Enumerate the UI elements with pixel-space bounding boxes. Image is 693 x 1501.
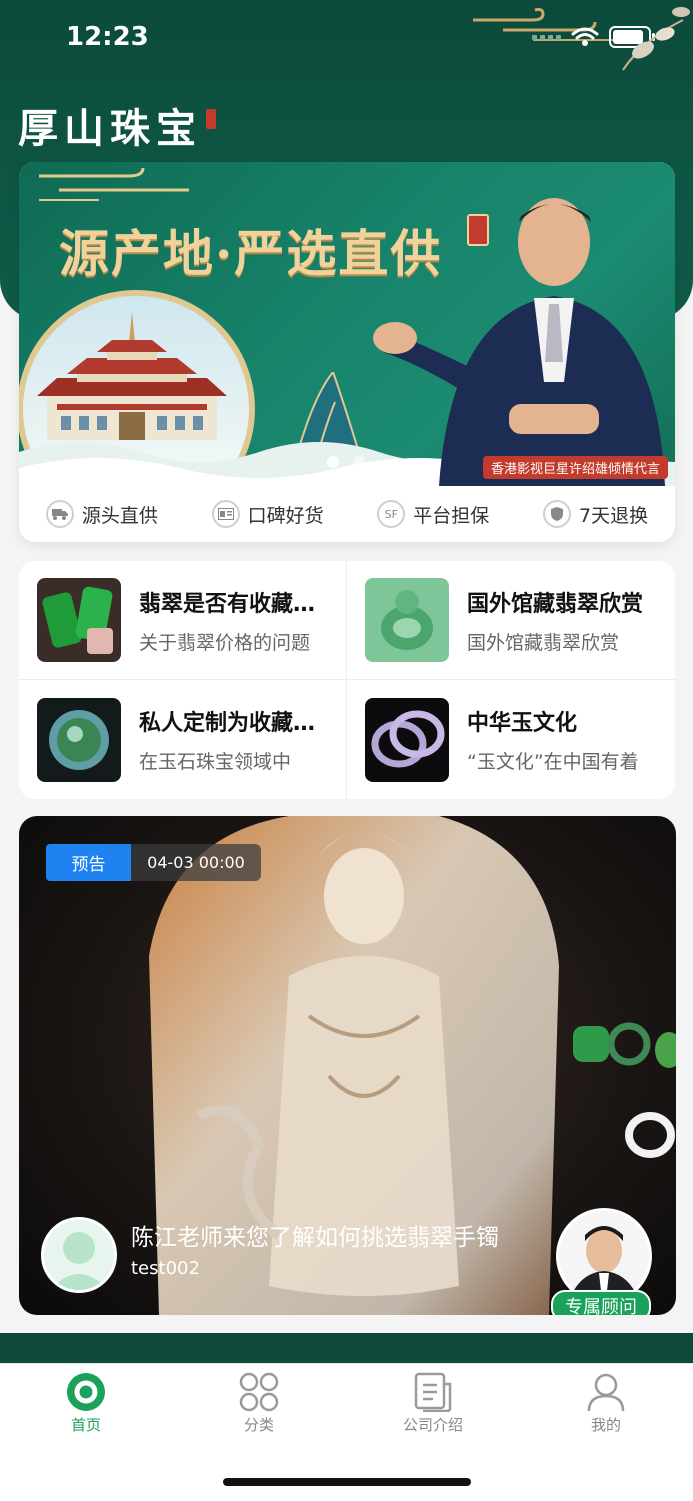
article-thumbnail <box>365 697 449 782</box>
article-desc: “玉文化”在中国有着 <box>467 751 639 773</box>
host-avatar[interactable] <box>41 1217 117 1293</box>
signal-icon <box>532 34 561 40</box>
spokesperson-image <box>373 198 665 486</box>
article-grid: 翡翠是否有收藏价值 关于翡翠价格的问题 国外馆藏翡翠欣赏 国外馆藏翡翠欣赏 私人… <box>19 561 675 799</box>
document-icon <box>414 1372 452 1412</box>
jade-products-icon[interactable] <box>573 1016 676 1076</box>
article-thumbnail <box>37 697 121 782</box>
tab-label: 分类 <box>243 1416 274 1434</box>
article-title: 中华玉文化 <box>467 711 578 736</box>
brand-name: 厚山珠宝 <box>18 105 202 152</box>
article-desc: 国外馆藏翡翠欣赏 <box>467 631 620 654</box>
article-card[interactable]: 私人定制为收藏增值 在玉石珠宝领域中 <box>19 680 347 799</box>
carousel-dot-active[interactable] <box>327 456 339 468</box>
avatar-placeholder-icon <box>50 1232 108 1290</box>
feature-item: 源头直供 <box>45 500 158 528</box>
live-start-time: 04-03 00:00 <box>131 844 261 881</box>
article-desc: 在玉石珠宝领域中 <box>139 751 292 773</box>
footer-banner-strip <box>0 1333 693 1367</box>
article-thumbnail <box>365 578 449 662</box>
feature-strip: 源头直供 口碑好货 SF 平台担保 7天退换 <box>19 486 675 542</box>
article-title: 私人定制为收藏增值 <box>139 711 319 736</box>
article-card[interactable]: 翡翠是否有收藏价值 关于翡翠价格的问题 <box>19 561 347 680</box>
tab-company[interactable]: 公司介绍 <box>383 1372 483 1435</box>
article-desc: 关于翡翠价格的问题 <box>139 631 311 654</box>
advisor-photo <box>559 1211 649 1301</box>
live-preview-card[interactable]: 预告 04-03 00:00 陈江老师来您了解如何挑选翡翠手镯 test002 … <box>19 816 676 1315</box>
feature-label: 源头直供 <box>81 504 158 527</box>
brand-seal-icon <box>206 109 216 129</box>
banner-card: 源产地·严选直供 香港影视巨星许绍雄倾情代言 源头直供 口碑好货 SF 平台担保… <box>19 162 675 542</box>
status-time: 12:23 <box>66 22 149 52</box>
feature-item: 口碑好货 <box>211 500 324 528</box>
sf-badge-icon: SF <box>377 500 406 528</box>
feature-label: 7天退换 <box>579 504 649 527</box>
magnolia-decoration-icon <box>622 7 690 71</box>
article-card[interactable]: 中华玉文化 “玉文化”在中国有着 <box>347 680 675 799</box>
truck-icon <box>45 500 74 528</box>
carousel-dot[interactable] <box>353 456 365 468</box>
article-thumbnail <box>37 578 121 662</box>
advisor-button[interactable]: 专属顾问 <box>551 1290 651 1315</box>
profile-icon <box>587 1373 625 1412</box>
tab-category[interactable]: 分类 <box>209 1372 309 1435</box>
home-icon <box>67 1373 105 1411</box>
status-bar: 12:23 <box>0 0 693 80</box>
jade-bangle-icon[interactable] <box>625 1110 675 1160</box>
shield-icon <box>543 500 571 528</box>
feature-item: 7天退换 <box>543 500 648 528</box>
wifi-icon <box>571 27 599 46</box>
preview-badge: 预告 <box>46 844 131 881</box>
article-title: 国外馆藏翡翠欣赏 <box>467 591 644 617</box>
carousel-indicator[interactable] <box>327 456 365 468</box>
id-card-icon <box>211 500 240 528</box>
feature-label: 平台担保 <box>413 504 490 527</box>
article-card[interactable]: 国外馆藏翡翠欣赏 国外馆藏翡翠欣赏 <box>347 561 675 680</box>
live-title: 陈江老师来您了解如何挑选翡翠手镯 <box>131 1225 499 1251</box>
home-indicator[interactable] <box>223 1478 471 1486</box>
tab-label: 我的 <box>590 1416 621 1434</box>
tab-label: 首页 <box>70 1416 101 1434</box>
host-name: test002 <box>131 1258 200 1279</box>
tab-home[interactable]: 首页 <box>36 1372 136 1435</box>
feature-item: SF 平台担保 <box>377 500 489 528</box>
promo-banner[interactable]: 源产地·严选直供 香港影视巨星许绍雄倾情代言 <box>19 162 675 486</box>
tab-label: 公司介绍 <box>402 1416 463 1434</box>
banner-caption: 香港影视巨星许绍雄倾情代言 <box>483 456 669 479</box>
cloud-decoration-icon <box>39 167 189 201</box>
category-icon <box>239 1372 279 1412</box>
brand-logo: 厚山珠宝 <box>18 96 216 154</box>
feature-label: 口碑好货 <box>247 504 324 527</box>
article-title: 翡翠是否有收藏价值 <box>139 591 319 617</box>
tab-profile[interactable]: 我的 <box>556 1372 656 1435</box>
